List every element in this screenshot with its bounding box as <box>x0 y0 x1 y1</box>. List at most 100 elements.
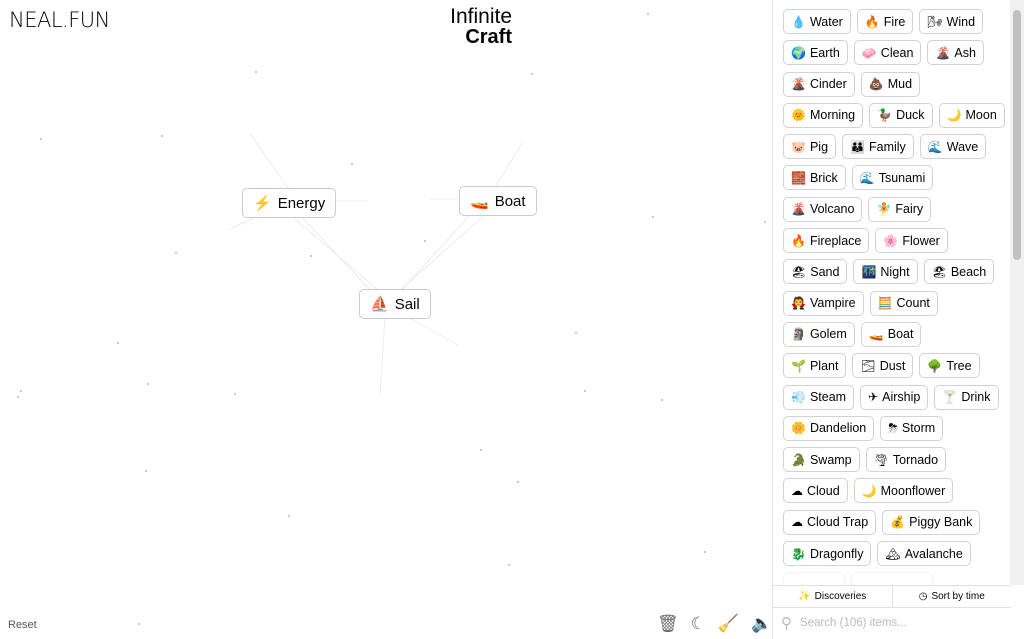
item-label: Fire <box>883 14 906 29</box>
item-icon: 🔥 <box>864 14 880 29</box>
item-clean[interactable]: 🧼 Clean <box>853 40 922 66</box>
item-icon: 🌙 <box>861 483 877 498</box>
item-water[interactable]: 💧 Water <box>783 9 851 34</box>
item-cloud-trap[interactable]: ☁ Cloud Trap <box>783 509 877 535</box>
item-wind[interactable]: 🌬 Wind <box>919 9 984 34</box>
item-tree[interactable]: 🌳 Tree <box>919 353 980 379</box>
sort-by-time-button[interactable]: ◷ Sort by time <box>891 586 1012 607</box>
item-label: Steam <box>809 390 847 405</box>
item-airship[interactable]: ✈ Airship <box>860 384 929 410</box>
item-icon: 🐊 <box>791 452 806 467</box>
item-icon: 🧱 <box>791 170 806 185</box>
item-tsunami[interactable]: 🌊 Tsunami <box>851 165 934 191</box>
items-row: 💧 Water 🔥 Fire 🌬 Wind <box>783 9 1011 34</box>
item-icon: 💰 <box>890 515 906 530</box>
item-wave[interactable]: 🌊 Wave <box>919 134 987 160</box>
item-steam[interactable]: 💨 Steam <box>783 384 855 410</box>
item-label: Dust <box>879 358 906 373</box>
item-avalanche[interactable]: 🏔 Avalanche <box>877 541 971 567</box>
item-sand[interactable]: 🏖 Sand <box>783 259 848 285</box>
item-fairy[interactable]: 🧚 Fairy <box>868 196 932 222</box>
item-icon: 🌋 <box>791 202 806 217</box>
search-input[interactable]: Search (106) items... <box>800 617 907 629</box>
item-label: Morning <box>809 108 856 123</box>
item-duck[interactable]: 🦆 Duck <box>869 102 933 128</box>
canvas-element-sail[interactable]: ⛵ Sail <box>359 289 431 319</box>
item-tornado[interactable]: 🌪 Tornado <box>865 447 947 473</box>
items-row: 🌋 Volcano 🧚 Fairy <box>783 196 1011 222</box>
item-icon: 🌋 <box>935 45 951 60</box>
item-cloud[interactable]: ☁ Cloud <box>783 478 848 504</box>
item-storm[interactable]: ⛈ Storm <box>880 415 944 441</box>
item-icon: 🚤 <box>868 327 884 342</box>
item-label: Fairy <box>895 202 924 217</box>
item-boat[interactable]: 🚤 Boat <box>860 321 922 347</box>
item-family[interactable]: 👪 Family <box>842 134 914 160</box>
item-drink[interactable]: 🍸 Drink <box>934 384 999 410</box>
scrollbar[interactable] <box>1010 0 1024 585</box>
item-morning[interactable]: 🌞 Morning <box>783 102 864 128</box>
item-dandelion[interactable]: 🌼 Dandelion <box>783 415 875 441</box>
item-label: Family <box>868 139 906 154</box>
item-mud[interactable]: 💩 Mud <box>860 71 921 97</box>
item-cinder[interactable]: 🌋 Cinder <box>783 71 855 97</box>
item-piggy-bank[interactable]: 💰 Piggy Bank <box>882 509 981 535</box>
item-label: Storm <box>901 421 936 436</box>
item-icon: 🌫 <box>860 358 876 373</box>
item-night[interactable]: 🌃 Night <box>853 259 918 285</box>
item-icon: 🧛 <box>791 296 806 311</box>
item-pig[interactable]: 🐷 Pig <box>783 134 837 160</box>
item-icon: 🍸 <box>942 390 958 405</box>
item-icon: 🦆 <box>877 108 893 123</box>
item-beach[interactable]: 🏖 Beach <box>923 259 995 285</box>
crafting-canvas[interactable]: NEAL.FUN Infinite Craft ⚡ Energy 🚤 Boat ⛵ S… <box>0 0 772 639</box>
item-label: Piggy Bank <box>909 515 973 530</box>
item-dust[interactable]: 🌫 Dust <box>852 353 914 379</box>
item-earth[interactable]: 🌍 Earth <box>783 40 848 66</box>
item-ash[interactable]: 🌋 Ash <box>927 40 984 66</box>
reset-button[interactable]: Reset <box>8 619 37 631</box>
items-row: 🌱 Plant 🌫 Dust 🌳 Tree <box>783 353 1011 379</box>
item-fireplace[interactable]: 🔥 Fireplace <box>783 228 870 254</box>
item-moon[interactable]: 🌙 Moon <box>938 102 1005 128</box>
item-label: Drink <box>961 390 991 405</box>
item-volcano[interactable]: 🌋 Volcano <box>783 196 863 222</box>
trash-icon[interactable]: 🗑 <box>657 614 679 634</box>
item-plant[interactable]: 🌱 Plant <box>783 353 847 379</box>
sound-icon[interactable]: 🔈 <box>751 614 772 634</box>
search-field[interactable]: ⚲ Search (106) items... <box>781 614 907 632</box>
item-vampire[interactable]: 🧛 Vampire <box>783 290 864 316</box>
item-fire[interactable]: 🔥 Fire <box>856 9 914 34</box>
item-swamp[interactable]: 🐊 Swamp <box>783 447 860 473</box>
item-label: Avalanche <box>904 546 963 561</box>
canvas-element-energy[interactable]: ⚡ Energy <box>242 188 337 218</box>
item-flower[interactable]: 🌸 Flower <box>875 228 948 254</box>
infinite-craft-title: Infinite Craft <box>450 5 512 48</box>
item-icon: 🌞 <box>791 108 806 123</box>
item-brick[interactable]: 🧱 Brick <box>783 165 846 191</box>
item-golem[interactable]: 🗿 Golem <box>783 321 855 347</box>
discoveries-button[interactable]: ✨ Discoveries <box>773 586 892 607</box>
item-icon: 🌱 <box>791 358 806 373</box>
items-row: 🌼 Dandelion ⛈ Storm <box>783 415 1011 441</box>
canvas-element-boat[interactable]: 🚤 Boat <box>459 186 537 216</box>
item-icon: 🧮 <box>877 296 893 311</box>
item-count[interactable]: 🧮 Count <box>869 290 938 316</box>
lightning-icon: ⚡ <box>253 195 272 212</box>
scrollbar-thumb[interactable] <box>1013 10 1021 260</box>
item-icon: 🌼 <box>791 421 806 436</box>
neal-fun-logo[interactable]: NEAL.FUN <box>9 8 110 32</box>
item-icon: 🌬 <box>927 14 943 29</box>
items-row: ☁ Cloud Trap 💰 Piggy Bank <box>783 509 1011 535</box>
item-icon: ✈ <box>868 390 879 405</box>
broom-icon[interactable]: 🧹 <box>718 614 739 634</box>
item-icon: 💨 <box>791 390 806 405</box>
item-dragonfly[interactable]: 🐉 Dragonfly <box>783 541 872 567</box>
items-row: 🗿 Golem 🚤 Boat <box>783 321 1011 347</box>
item-icon: 🌊 <box>927 139 943 154</box>
item-label: Brick <box>809 170 838 185</box>
item-moonflower[interactable]: 🌙 Moonflower <box>853 478 954 504</box>
moon-icon[interactable]: ☾ <box>691 614 706 634</box>
item-icon: 🌊 <box>859 170 875 185</box>
items-row: 🌍 Earth 🧼 Clean 🌋 Ash <box>783 40 1011 66</box>
